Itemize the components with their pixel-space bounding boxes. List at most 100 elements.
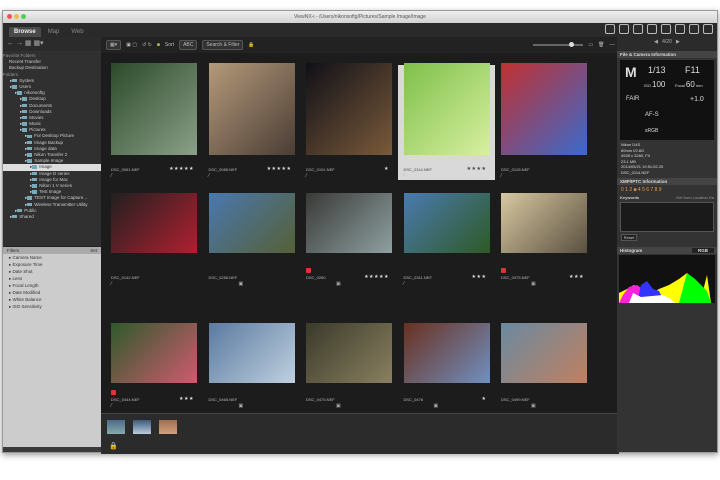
folder-label: Documents [29,102,53,108]
keywords-box[interactable] [620,202,714,232]
top-toolbar-icons[interactable] [605,24,713,34]
thumbnail-cell[interactable]: DSC_0475.NEF ▣ [300,291,397,417]
left-panel: ← → ▦ ▦▾ Favorite Folders Recent Transfe… [3,37,101,452]
thumbnail-cell[interactable]: DSC_0142.NEF ⁄ [105,175,202,295]
thumbnail-cell[interactable]: DSC_0101.NEF ★ ⁄ [300,53,397,187]
thumbnail-cell[interactable]: DSC_0061.NEF ★★★★★ ⁄ [105,53,202,187]
edit-icon: ⁄ [111,403,112,409]
filter-item[interactable]: ▸ Date Modified [3,289,101,296]
thumbnail-image[interactable] [208,63,295,155]
folder-icon [12,214,18,219]
thumbnail-image[interactable] [403,323,490,383]
star-rating[interactable]: ★★★ [569,274,584,280]
thumbnail-image[interactable] [306,193,392,253]
color-space: sRGB [645,128,659,134]
thumbnail-cell[interactable]: DSC_0499.NEF ▣ [495,291,592,417]
folder-icon [22,103,28,108]
thumbnail-size-slider[interactable] [533,42,584,47]
filmstrip-thumb[interactable] [133,420,151,434]
folder-tree: Favorite Folders Recent Transfer Backup … [3,51,101,247]
thumbnail-cell[interactable]: DSC_0375.NEF ★★★ ▣ [495,175,592,295]
thumbnail-image[interactable] [208,193,295,253]
folder-label: Nikon Transfer 2 [34,152,68,157]
more-icon[interactable]: ‒‒ [609,42,615,48]
thumbnail-image[interactable] [501,63,587,155]
thumbnail-cell[interactable]: DSC_0256.NEF ▣ [203,175,300,295]
thumbnail-image[interactable] [306,323,392,383]
thumbnail-image[interactable] [501,323,587,383]
thumbnail-image[interactable] [403,193,490,253]
camera-info: M 1/13 F11 ISO 100 Focal 60 mm FAIR +1.0… [620,60,714,140]
thumbnail-image[interactable] [306,63,392,155]
rotate-icons[interactable]: ↺ ↻ [142,42,152,48]
thumbnail-image[interactable] [208,323,295,383]
thumbnail-cell[interactable]: DSC_0128.NEF ⁄ [495,53,592,187]
star-rating[interactable]: ★ [384,166,389,172]
filmstrip-thumb[interactable] [107,420,125,434]
folder-item[interactable]: ▸ Shared [3,214,101,220]
thumbnail-cell[interactable]: DSC_0465.NEF ▣ [203,291,300,417]
lock-icon[interactable]: 🔒 [109,442,118,450]
thumbnail-icon[interactable]: ▣ ▢ [126,42,137,48]
thumbnail-cell[interactable]: DSC_0260 ★★★★★ ▣ [300,175,397,295]
thumbnail-cell[interactable]: DSC_0444.NEF ★★★ ⁄ [105,291,202,417]
filmstrip-thumb[interactable] [159,420,177,434]
mode-tabs: Browse Map Web [3,23,717,37]
folder-icon [27,202,33,207]
trash-icon[interactable]: 🗑 [598,42,604,48]
star-rating[interactable]: ★★★★★ [267,166,292,172]
nav-buttons[interactable]: ← → ▦ ▦▾ [3,37,101,51]
thumbnail-cell[interactable]: DSC_0476 ★ ▣ [398,291,495,417]
tab-map[interactable]: Map [43,27,65,37]
window-controls[interactable] [7,14,26,19]
filters-set-button[interactable]: Set [90,248,97,253]
thumbnail-image[interactable] [111,193,197,253]
star-rating[interactable]: ★ [482,396,487,402]
label-icon[interactable]: ■ [157,42,160,48]
reset-button[interactable]: Reset [621,234,637,241]
search-filter-button[interactable]: Search & Filter [202,40,244,50]
filter-item[interactable]: ▸ White Balance [3,296,101,303]
histogram [619,255,715,303]
folder-icon [27,196,33,200]
tab-web[interactable]: Web [66,27,88,37]
label-selector[interactable]: 0 1 2 ■ 4 5 6 7 8 9 [617,185,717,195]
iso: 100 [652,80,666,89]
tab-browse[interactable]: Browse [9,27,41,37]
thumbnail-image[interactable] [403,63,490,155]
get-location-button[interactable]: Get from Location Da [676,195,714,200]
file-info-header[interactable]: File & Camera Information [617,51,717,58]
image-nav[interactable]: ◀ 4/20 ▶ [617,37,717,51]
thumbnail-cell[interactable]: DSC_0085.NEF ★★★★★ ⁄ [203,53,300,187]
folder-icon [27,153,33,157]
folder-icon [22,109,28,114]
filter-item[interactable]: ▸ Camera Name [3,254,101,261]
view-mode-button[interactable]: ▦▾ [106,40,122,50]
star-rating[interactable]: ★★★★ [467,166,487,172]
filter-label: White Balance [12,297,42,302]
filter-item[interactable]: ▸ ISO Sensitivity [3,303,101,310]
fullscreen-icon[interactable]: ▭ [588,42,593,48]
filmstrip: 🔒 [101,413,619,454]
thumbnail-cell[interactable]: DSC_0114.NEF ★★★★ ⁄ [397,63,495,180]
star-rating[interactable]: ★★★★★ [364,274,389,280]
star-rating[interactable]: ★★★ [472,274,487,280]
lock-icon[interactable]: 🔒 [248,42,254,48]
thumbnail-image[interactable] [111,323,197,383]
star-rating[interactable]: ★★★★★ [169,166,194,172]
xmp-header[interactable]: XMP/IPTC Information [617,178,717,185]
folder-icon [22,97,28,101]
export-icon [703,24,713,34]
thumbnail-image[interactable] [111,63,197,155]
filter-item[interactable]: ▸ Exposure Time [3,261,101,268]
browser-toolbar: ▦▾ ▣ ▢ ↺ ↻ ■ Sort ABC Search & Filter 🔒 … [101,37,619,53]
thumbnail-cell[interactable]: DSC_0311.NEF ★★★ ⁄ [398,175,495,295]
histogram-mode[interactable]: RGB [692,248,714,253]
filter-item[interactable]: ▸ Lens [3,275,101,282]
filter-item[interactable]: ▸ Focal Length [3,282,101,289]
folder-label: Image D series [39,170,70,176]
sort-dropdown[interactable]: ABC [179,40,198,50]
thumbnail-image[interactable] [501,193,587,253]
star-rating[interactable]: ★★★ [179,396,194,402]
filter-item[interactable]: ▸ Date Shot [3,268,101,275]
